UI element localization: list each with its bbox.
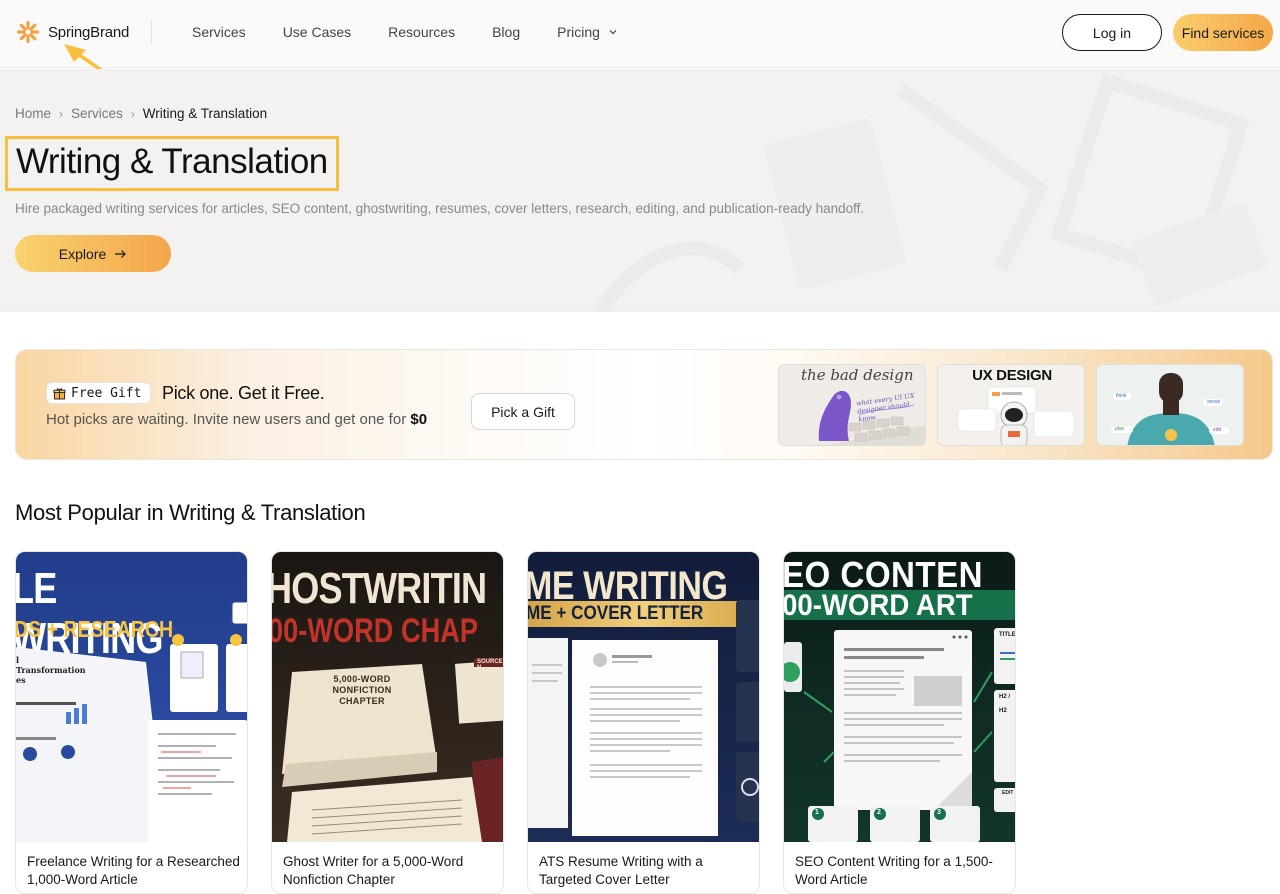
nav-use-cases[interactable]: Use Cases xyxy=(283,24,351,40)
explore-label: Explore xyxy=(58,245,107,262)
card-source-tag: SOURCE N xyxy=(477,659,503,671)
service-card[interactable]: EO CONTEN 00-WORD ART TITLE H2 / H2 EDIT… xyxy=(783,551,1016,894)
chevron-right-icon: › xyxy=(130,106,135,121)
card-thumbnail: LE WRITING DS + RESEARCH l Transformatio… xyxy=(16,552,247,842)
sunburst-logo-icon xyxy=(16,20,40,44)
seo-article-illustration xyxy=(784,628,1015,842)
gift-headline: Pick one. Get it Free. xyxy=(162,383,325,403)
card-thumbnail: EO CONTEN 00-WORD ART TITLE H2 / H2 EDIT… xyxy=(784,552,1016,842)
astronaut-illustration xyxy=(957,386,1075,445)
main-nav: Services Use Cases Resources Blog Pricin… xyxy=(192,24,618,40)
gift-option-ux-design[interactable]: UX DESIGN xyxy=(937,364,1085,446)
card-doc-heading: 5,000-WORD NONFICTION CHAPTER xyxy=(332,674,392,706)
card-doc-heading: l Transformation es xyxy=(16,655,86,685)
seo-side-label: H2 / xyxy=(999,694,1011,700)
hero-section: Home › Services › Writing & Translation … xyxy=(0,69,1280,312)
top-navbar: SpringBrand Services Use Cases Resources… xyxy=(0,0,1280,68)
nav-use-cases-label: Use Cases xyxy=(282,24,352,40)
hero-description: Hire packaged writing services for artic… xyxy=(15,201,865,216)
login-button[interactable]: Log in xyxy=(1062,14,1162,51)
header-divider xyxy=(151,20,152,44)
free-gift-badge-label: Free Gift xyxy=(71,385,142,401)
card-title: SEO Content Writing for a 1,500-Word Art… xyxy=(795,854,993,887)
gift-subtext-label: Hot picks are waiting. Invite new users … xyxy=(46,411,407,428)
gift-price: $0 xyxy=(410,411,428,428)
document-illustration xyxy=(16,601,247,842)
nav-resources[interactable]: Resources xyxy=(388,24,455,40)
breadcrumb-services[interactable]: Services xyxy=(71,106,123,121)
free-gift-banner: Free Gift Pick one. Get it Free. Hot pic… xyxy=(15,349,1273,460)
nav-blog-label: Blog xyxy=(492,24,521,40)
page-title: Writing & Translation xyxy=(16,142,328,181)
seo-step-number: 1 xyxy=(815,809,819,816)
arrow-right-icon xyxy=(115,249,127,258)
brand-name: SpringBrand xyxy=(48,23,130,41)
hero-background-illustration xyxy=(594,72,1267,311)
seo-side-label: EDIT xyxy=(1002,790,1014,796)
tag-plan: plan xyxy=(1115,426,1125,432)
bad-design-caption: the bad design xyxy=(801,366,914,384)
pick-a-gift-button[interactable]: Pick a Gift xyxy=(471,393,575,430)
person-illustration xyxy=(1097,365,1243,445)
find-services-button[interactable]: Find services xyxy=(1173,14,1273,51)
nav-services[interactable]: Services xyxy=(192,24,246,40)
seo-side-label: H2 xyxy=(999,708,1007,714)
free-gift-badge: Free Gift xyxy=(46,382,152,404)
explore-button[interactable]: Explore xyxy=(15,235,171,272)
card-title: ATS Resume Writing with a Targeted Cover… xyxy=(539,854,703,887)
nav-pricing[interactable]: Pricing xyxy=(557,24,618,40)
tag-edit: edit xyxy=(1213,427,1222,433)
breadcrumb-current: Writing & Translation xyxy=(142,106,268,121)
card-thumbnail: HOSTWRITIN 00-WORD CHAP 5,000-WORD NONFI… xyxy=(272,552,503,842)
seo-step-number: 3 xyxy=(937,809,941,816)
service-card[interactable]: LE WRITING DS + RESEARCH l Transformatio… xyxy=(15,551,248,894)
breadcrumb: Home › Services › Writing & Translation xyxy=(15,106,267,121)
nav-services-label: Services xyxy=(192,24,246,40)
card-title: Ghost Writer for a 5,000-Word Nonfiction… xyxy=(283,854,464,887)
nav-pricing-label: Pricing xyxy=(557,24,600,40)
gift-option-ai-tags[interactable]: think sense plan edit xyxy=(1096,364,1244,446)
breadcrumb-home[interactable]: Home xyxy=(15,106,51,121)
resume-illustration xyxy=(528,600,759,836)
gift-icon xyxy=(53,387,66,399)
chevron-down-icon xyxy=(609,30,617,35)
tag-think: think xyxy=(1116,393,1127,399)
nav-resources-label: Resources xyxy=(388,24,456,40)
seo-step-number: 2 xyxy=(877,809,881,816)
card-thumbnail: ME WRITING ME + COVER LETTER xyxy=(528,552,759,842)
chevron-right-icon: › xyxy=(59,106,64,121)
seo-side-label: TITLE xyxy=(999,632,1016,638)
nav-blog[interactable]: Blog xyxy=(492,24,520,40)
gift-subtext: Hot picks are waiting. Invite new users … xyxy=(46,411,427,428)
service-card[interactable]: ME WRITING ME + COVER LETTER ATS Resume … xyxy=(527,551,760,894)
tag-sense: sense xyxy=(1207,399,1221,405)
section-title-most-popular: Most Popular in Writing & Translation xyxy=(15,500,366,525)
service-card[interactable]: HOSTWRITIN 00-WORD CHAP 5,000-WORD NONFI… xyxy=(271,551,504,894)
gift-option-bad-design[interactable]: the bad design what every UI UX designer… xyxy=(778,364,926,446)
card-title: Freelance Writing for a Researched 1,000… xyxy=(27,854,240,887)
